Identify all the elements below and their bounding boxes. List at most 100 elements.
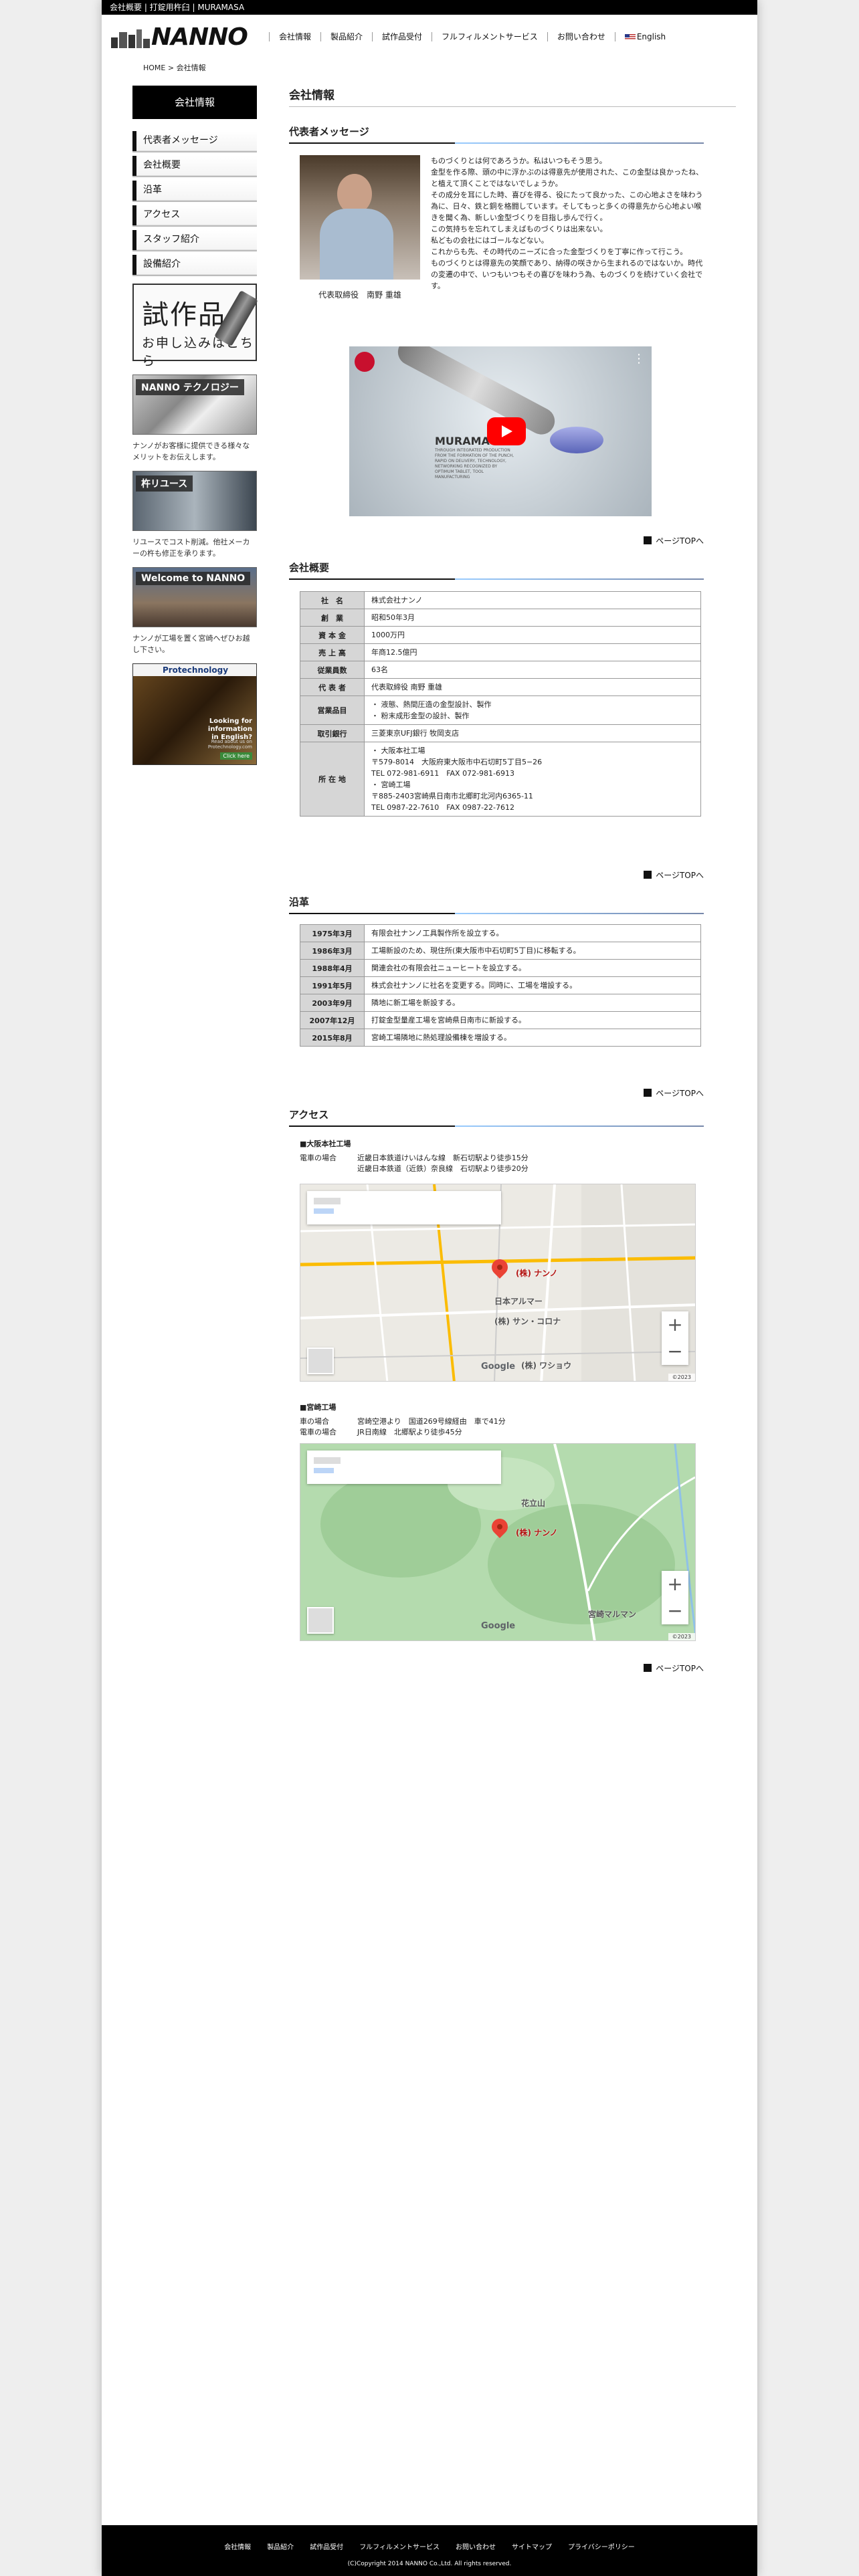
site-logo[interactable]: NANNO	[111, 23, 248, 51]
google-logo: Google	[481, 1362, 516, 1372]
reuse-banner-block: 杵リユース リユースでコスト削減。他社メーカーの杵も修正を承ります。	[132, 471, 257, 559]
overview-row-value: ・ 大阪本社工場 〒579-8014 大阪府東大阪市中石切町5丁目5−26 TE…	[364, 742, 701, 817]
footer-link-company[interactable]: 会社情報	[216, 2541, 259, 2551]
sidebar-item-access[interactable]: アクセス	[132, 205, 257, 225]
protech-click: Click here	[220, 752, 252, 760]
welcome-banner-label: Welcome to NANNO	[136, 572, 251, 585]
reuse-banner-label: 杵リユース	[136, 475, 193, 492]
gnav-fulfillment[interactable]: フルフィルメントサービス	[432, 32, 547, 41]
global-nav: 会社情報 製品紹介 試作品受付 フルフィルメントサービス お問い合わせ Engl…	[269, 32, 675, 41]
history-row-value: 工場新設のため、現住所(東大阪市中石切町5丁目)に移転する。	[364, 942, 701, 960]
welcome-caption: ナンノが工場を置く宮崎へぜひお越し下さい。	[132, 634, 250, 654]
zoom-out-icon[interactable]: −	[662, 1338, 688, 1365]
map-layer-toggle[interactable]	[307, 1607, 334, 1634]
overview-row: 営業品目・ 液態、熱間圧造の金型設計、製作 ・ 粉末成形金型の設計、製作	[300, 695, 701, 725]
message-paragraph: 私どもの会社にはゴールなどない。	[431, 236, 549, 245]
gnav-products[interactable]: 製品紹介	[320, 32, 372, 41]
footer-link-contact[interactable]: お問い合わせ	[448, 2541, 504, 2551]
message-heading: 代表者メッセージ	[289, 124, 704, 144]
message-body: ものづくりとは何であろうか。私はいつもそう思う。 金型を作る際、頭の中に浮かぶの…	[431, 155, 704, 292]
protech-answer: Read about us on Protechnology.com	[207, 739, 252, 750]
miyazaki-zoom-control: + −	[662, 1571, 688, 1624]
history-row: 2007年12月 打錠金型量産工場を宮崎県日南市に新設する。	[300, 1011, 701, 1029]
overview-table: 社 名株式会社ナンノ創 業昭和50年3月資 本 金 1000万円売 上 高年商12…	[300, 591, 701, 817]
overview-row-key: 従業員数	[300, 661, 365, 679]
footer-link-products[interactable]: 製品紹介	[259, 2541, 302, 2551]
osaka-row: 近畿日本鉄道（近鉄）奈良線 石切駅より徒歩20分	[300, 1164, 701, 1174]
history-row-key: 2003年9月	[300, 994, 365, 1012]
overview-row-key: 売 上 高	[300, 643, 365, 661]
info-card-link-placeholder[interactable]	[314, 1208, 334, 1214]
page-top-link[interactable]: ページTOPへ	[644, 1662, 704, 1674]
us-flag-icon	[624, 33, 636, 41]
osaka-info-card[interactable]	[307, 1191, 501, 1224]
overview-row-value: 63名	[364, 661, 701, 679]
history-heading: 沿革	[289, 895, 704, 914]
page-top-link[interactable]: ページTOPへ	[644, 869, 704, 881]
punch-image	[393, 346, 560, 439]
sidebar: 会社情報 代表者メッセージ 会社概要 沿革 アクセス スタッフ紹介 設備紹介	[132, 86, 257, 280]
zoom-in-icon[interactable]: +	[662, 1571, 688, 1598]
logo-text: NANNO	[151, 23, 248, 51]
footer-link-sitemap[interactable]: サイトマップ	[504, 2541, 560, 2551]
osaka-row-key	[300, 1164, 357, 1174]
history-row: 1988年4月 関連会社の有限会社ニューヒートを設立する。	[300, 959, 701, 977]
sidebar-item-equipment[interactable]: 設備紹介	[132, 255, 257, 275]
message-paragraph: これからも先、その時代のニーズに合った金型づくりを丁寧に作って行こう。	[431, 247, 688, 256]
miyazaki-row: 電車の場合 JR日南線 北郷駅より徒歩45分	[300, 1427, 701, 1438]
osaka-map-label: 日本アルマー	[494, 1297, 543, 1306]
info-card-title-placeholder	[314, 1457, 341, 1464]
info-card-link-placeholder[interactable]	[314, 1468, 334, 1473]
welcome-banner[interactable]: Welcome to NANNO	[132, 567, 257, 627]
overview-row: 所 在 地・ 大阪本社工場 〒579-8014 大阪府東大阪市中石切町5丁目5−…	[300, 742, 701, 817]
play-button[interactable]	[487, 417, 526, 445]
footer-link-fulfillment[interactable]: フルフィルメントサービス	[351, 2541, 448, 2551]
overview-row-value: 代表取締役 南野 重雄	[364, 678, 701, 696]
page-top-link[interactable]: ページTOPへ	[644, 1087, 704, 1099]
map-layer-toggle[interactable]	[307, 1348, 334, 1374]
tech-banner[interactable]: NANNO テクノロジー	[132, 374, 257, 435]
gnav-english[interactable]: English	[614, 32, 675, 41]
prototype-banner[interactable]: 試作品 お申し込みはこちら	[132, 284, 258, 368]
protechnology-banner[interactable]: Protechnology Looking for information in…	[132, 663, 257, 765]
tech-banner-label: NANNO テクノロジー	[136, 379, 244, 395]
miyazaki-info-card[interactable]	[307, 1451, 501, 1484]
protech-question: Looking for information in English?	[207, 718, 252, 741]
overview-row-value: 昭和50年3月	[364, 609, 701, 627]
history-section: 沿革 1975年3月 有限会社ナンノ工具製作所を設立する。 1986年3月 工場新設の…	[289, 895, 704, 1098]
message-paragraph: その成分を耳にした時、喜びを得る、役にたって良かった、この心地よさを味わう為に、…	[431, 191, 703, 222]
overview-row: 従業員数 63名	[300, 661, 701, 679]
miyazaki-row-value: JR日南線 北郷駅より徒歩45分	[357, 1428, 462, 1436]
overview-row-value: 株式会社ナンノ	[364, 591, 701, 609]
overview-row-key: 社 名	[300, 591, 365, 609]
video-player[interactable]: ⋮ MURAMASA THROUGH INTEGRATED PRODUCTION…	[349, 346, 652, 516]
reuse-caption: リユースでコスト削減。他社メーカーの杵も修正を承ります。	[132, 538, 250, 558]
history-row-key: 2015年8月	[300, 1029, 365, 1047]
zoom-out-icon[interactable]: −	[662, 1598, 688, 1624]
history-row-key: 1991年5月	[300, 976, 365, 994]
gnav-prototype[interactable]: 試作品受付	[372, 32, 432, 41]
page-top-link[interactable]: ページTOPへ	[644, 535, 704, 546]
overview-section: 会社概要 社 名株式会社ナンノ創 業昭和50年3月資 本 金 1000万円売 上 …	[289, 560, 704, 881]
sidebar-item-staff[interactable]: スタッフ紹介	[132, 230, 257, 250]
gnav-english-label: English	[636, 32, 666, 41]
more-icon[interactable]: ⋮	[633, 352, 645, 366]
gnav-company[interactable]: 会社情報	[269, 32, 320, 41]
osaka-map[interactable]: (株) ナンノ 日本アルマー (株) サン・コロナ (株) ワショウ + − G…	[300, 1184, 696, 1382]
sidebar-item-history[interactable]: 沿革	[132, 181, 257, 201]
footer-link-prototype[interactable]: 試作品受付	[302, 2541, 351, 2551]
sidebar-item-message[interactable]: 代表者メッセージ	[132, 131, 257, 151]
sidebar-item-overview[interactable]: 会社概要	[132, 156, 257, 176]
info-card-title-placeholder	[314, 1198, 341, 1204]
gnav-contact[interactable]: お問い合わせ	[547, 32, 615, 41]
history-row: 1986年3月 工場新設のため、現住所(東大阪市中石切町5丁目)に移転する。	[300, 942, 701, 960]
reuse-banner[interactable]: 杵リユース	[132, 471, 257, 531]
zoom-in-icon[interactable]: +	[662, 1311, 688, 1338]
miyazaki-map[interactable]: (株) ナンノ 宮崎マルマン 花立山 + − Google ©2023	[300, 1443, 696, 1641]
footer-link-privacy[interactable]: プライバシーポリシー	[560, 2541, 643, 2551]
message-paragraph: ものづくりとは何であろうか。私はいつもそう思う。	[431, 156, 607, 165]
prototype-banner-big: 試作品	[142, 300, 226, 330]
overview-row: 代 表 者代表取締役 南野 重雄	[300, 678, 701, 696]
history-row-key: 1975年3月	[300, 924, 365, 942]
overview-row-value: 年商12.5億円	[364, 643, 701, 661]
